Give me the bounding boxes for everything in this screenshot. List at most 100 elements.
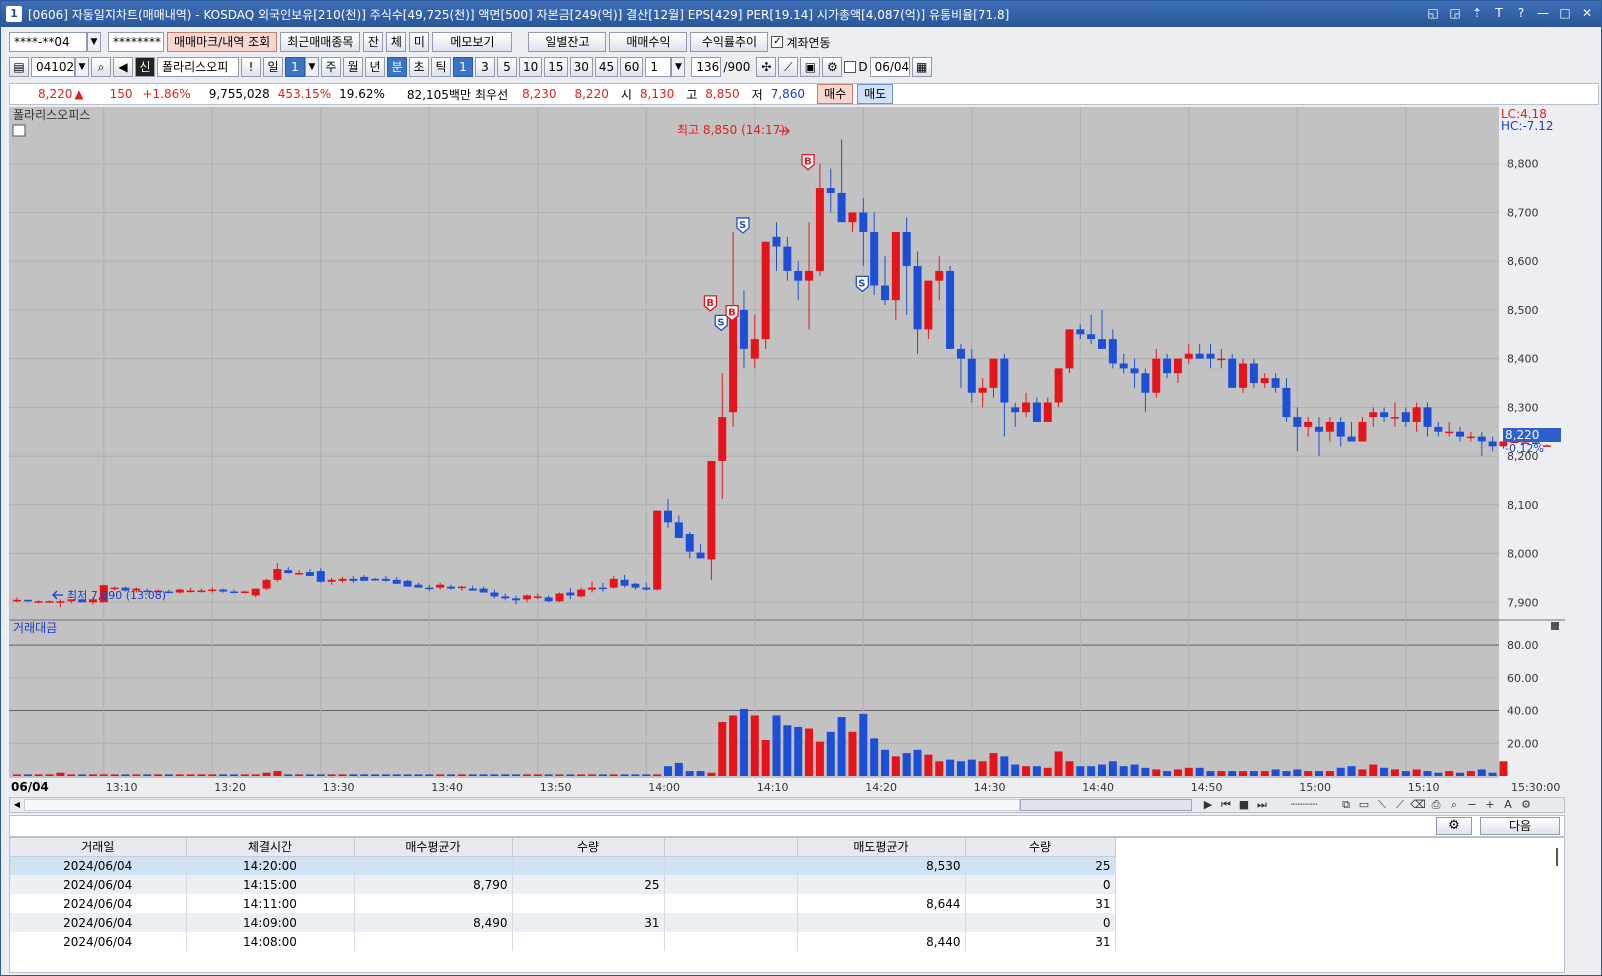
speaker-icon[interactable]: ◀ [113,57,133,77]
period-day-value[interactable]: 1 [285,57,305,77]
help-icon[interactable]: ? [1513,5,1529,21]
zoom-out-icon[interactable]: − [1464,798,1480,812]
search-icon[interactable]: ⌕ [91,57,111,77]
table-row[interactable]: 2024/06/04 14:09:00 8,490 31 0 [10,913,1116,932]
header-buy-qty[interactable]: 수량 [512,838,665,857]
draw-icon[interactable]: ⟋ [778,57,799,77]
period-tick-button[interactable]: 틱 [431,57,451,77]
period-year-button[interactable]: 년 [365,57,385,77]
sell-button[interactable]: 매도 [857,84,894,104]
header-sell-avg[interactable]: 매도평균가 [797,838,966,857]
recent-trades-button[interactable]: 최근매매종목 [280,32,361,52]
date-field[interactable]: 06/04 [869,57,910,77]
scroll-thumb[interactable] [1020,799,1192,811]
minute-10-button[interactable]: 10 [519,57,543,77]
next-button[interactable]: 다음 [1480,817,1560,835]
scroll-track[interactable] [24,799,1020,811]
account-link-toggle[interactable]: ✓ 계좌연동 [771,34,831,51]
window-icon[interactable]: ▭ [1356,798,1372,812]
header-exec-time[interactable]: 체결시간 [186,838,355,857]
gear-icon[interactable]: ⚙ [822,57,843,77]
scroll-left-icon[interactable]: ◀ [10,798,24,812]
pin-icon[interactable]: ⇡ [1469,5,1485,21]
link-window-icon[interactable]: ◱ [1425,5,1441,21]
password-field[interactable]: ******** [108,32,164,52]
split-window-icon[interactable]: ◲ [1447,5,1463,21]
scroll-right-icon[interactable]: ▶ [1200,798,1216,812]
eraser-icon[interactable]: ⌫ [1410,798,1426,812]
table-row[interactable]: 2024/06/04 14:08:00 8,440 31 [10,932,1116,951]
alert-button[interactable]: ! [241,57,261,77]
unit-field[interactable]: 1 [645,57,672,77]
account-dropdown-icon[interactable]: ▼ [87,32,101,52]
table-row[interactable]: 2024/06/04 14:20:00 8,530 25 [10,856,1116,875]
buy-button[interactable]: 매수 [817,84,854,104]
line-tool-icon[interactable]: ⟍ [1374,798,1390,812]
settings-tool-icon[interactable]: ⚙ [1518,798,1534,812]
header-sell-qty[interactable]: 수량 [965,838,1116,857]
minute-3-button[interactable]: 3 [475,57,495,77]
font-icon[interactable]: T [1491,5,1507,21]
table-scroll-indicator[interactable] [1556,848,1564,866]
table-row[interactable]: 2024/06/04 14:15:00 8,790 25 0 [10,875,1116,894]
date-toggle[interactable]: D [844,60,868,74]
close-icon[interactable]: ✕ [1579,5,1595,21]
trend-tool-icon[interactable]: ⟋ [1392,798,1408,812]
memo-button[interactable]: 메모보기 [432,32,513,52]
fast-forward-icon[interactable]: ⏭ [1254,798,1270,812]
period-minute-button[interactable]: 분 [387,57,407,77]
stock-name-field[interactable]: 폴라리스오피 [157,57,239,77]
crosshair-icon[interactable]: ✣ [756,57,777,77]
volume-bar-up [436,774,445,776]
open-price: 8,130 [639,87,675,101]
layout-icon[interactable]: ▤ [9,57,29,77]
print-icon[interactable]: ⎙ [1428,798,1444,812]
stop-icon[interactable]: ■ [1236,798,1252,812]
app-icon[interactable]: 1 [6,6,22,22]
period-month-button[interactable]: 월 [343,57,363,77]
period-day-button[interactable]: 일 [263,57,283,77]
bar-count-field[interactable]: 136 [691,57,722,77]
unit-dropdown-icon[interactable]: ▼ [671,57,686,77]
text-tool-icon[interactable]: A [1500,798,1516,812]
minute-30-button[interactable]: 30 [569,57,593,77]
header-buy-avg[interactable]: 매수평균가 [354,838,513,857]
minimize-icon[interactable]: — [1535,5,1551,21]
speed-slider[interactable]: ┈┈┈┈ [1272,798,1336,812]
header-trade-date[interactable]: 거래일 [10,838,187,857]
period-week-button[interactable]: 주 [321,57,341,77]
zoom-icon[interactable]: ⌕ [1446,798,1462,812]
code-dropdown-icon[interactable]: ▼ [75,57,89,77]
minute-45-button[interactable]: 45 [594,57,619,77]
period-second-button[interactable]: 초 [409,57,429,77]
balance-button[interactable]: 잔 [363,32,384,52]
trade-profit-button[interactable]: 매매수익 [609,32,688,52]
volume-bar-down [23,774,32,776]
daily-balance-button[interactable]: 일별잔고 [528,32,607,52]
unfilled-button[interactable]: 미 [409,32,430,52]
checkbox-checked-icon[interactable]: ✓ [771,36,784,48]
account-select[interactable]: ****-**04 [9,32,87,52]
checkbox-empty-icon[interactable] [844,61,857,73]
rewind-icon[interactable]: ⏮ [1218,798,1234,812]
profit-trend-button[interactable]: 수익률추이 [690,32,769,52]
calendar-icon[interactable]: ▦ [911,57,932,77]
trade-marks-button[interactable]: 매매마크/내역 조회 [167,32,278,52]
volume-bar-down [1315,771,1323,776]
day-dropdown-icon[interactable]: ▼ [305,57,319,77]
volume-bar-up [533,774,542,776]
maximize-icon[interactable]: □ [1557,5,1573,21]
save-icon[interactable]: ▣ [800,57,821,77]
price-chart-svg[interactable]: BSBSBS 8,8008,7008,6008,5008,4008,3008,2… [9,107,1565,797]
filled-button[interactable]: 체 [386,32,407,52]
minute-60-button[interactable]: 60 [620,57,644,77]
table-gear-icon[interactable]: ⚙ [1436,817,1472,835]
copy-icon[interactable]: ⧉ [1338,798,1354,812]
chart-scrollbar[interactable]: ◀ ▶ ⏮ ■ ⏭ ┈┈┈┈ ⧉ ▭ ⟍ ⟋ ⌫ ⎙ ⌕ − + A ⚙ [9,797,1565,813]
stock-code-field[interactable]: 041020 [31,57,82,77]
table-row[interactable]: 2024/06/04 14:11:00 8,644 31 [10,894,1116,913]
minute-5-button[interactable]: 5 [497,57,517,77]
minute-1-button[interactable]: 1 [453,57,473,77]
minute-15-button[interactable]: 15 [544,57,568,77]
zoom-in-icon[interactable]: + [1482,798,1498,812]
